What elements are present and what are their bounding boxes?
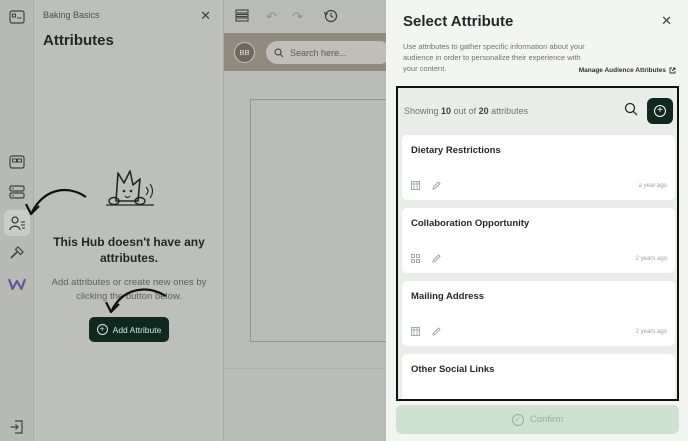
canvas-frame[interactable]: [250, 99, 390, 342]
timestamp: 2 years ago: [635, 256, 667, 262]
showing-count: Showing 10 out of 20 attributes: [404, 106, 529, 116]
attribute-name: Mailing Address: [411, 291, 485, 302]
editor-topbar: BB Search here...: [224, 33, 391, 71]
editor-toolbar: ↶ ↷: [224, 0, 386, 33]
editor-area: ↶ ↷ BB Search here...: [224, 0, 391, 441]
search-icon: [274, 47, 284, 57]
modal-title: Select Attribute: [403, 13, 514, 30]
manage-attributes-label: Manage Audience Attributes: [578, 67, 666, 74]
attribute-name: Other Social Links: [411, 364, 495, 375]
layers-icon[interactable]: [235, 9, 249, 25]
undo-icon[interactable]: ↶: [266, 9, 277, 25]
confirm-label: Confirm: [529, 414, 564, 425]
close-icon[interactable]: ✕: [661, 13, 672, 29]
external-link-icon: [669, 67, 676, 74]
table-icon: [411, 327, 420, 336]
list-item[interactable]: Collaboration Opportunity 2 years ago: [402, 208, 675, 273]
grid-icon: [411, 254, 420, 263]
search-icon[interactable]: [624, 102, 640, 118]
edit-icon[interactable]: [432, 327, 441, 336]
table-icon: [411, 181, 420, 190]
add-attribute-button[interactable]: +: [647, 98, 673, 124]
attribute-list: Showing 10 out of 20 attributes + Dietar…: [396, 86, 679, 401]
timestamp: 2 years ago: [635, 329, 667, 335]
redo-icon[interactable]: ↷: [292, 9, 303, 25]
history-icon[interactable]: [324, 9, 338, 26]
list-item[interactable]: Other Social Links: [402, 354, 675, 399]
list-item[interactable]: Dietary Restrictions a year ago: [402, 135, 675, 200]
avatar[interactable]: BB: [234, 42, 255, 63]
modal-description: Use attributes to gather specific inform…: [403, 42, 585, 73]
edit-icon[interactable]: [432, 254, 441, 263]
check-circle-icon: ✓: [511, 413, 524, 426]
timestamp: a year ago: [638, 183, 667, 189]
confirm-button[interactable]: ✓ Confirm: [396, 405, 679, 434]
edit-icon[interactable]: [432, 181, 441, 190]
manage-attributes-link[interactable]: Manage Audience Attributes: [579, 67, 676, 74]
attribute-name: Dietary Restrictions: [411, 145, 501, 156]
divider: [224, 368, 386, 369]
search-input[interactable]: Search here...: [266, 41, 391, 64]
plus-circle-icon: +: [654, 105, 666, 117]
search-placeholder: Search here...: [290, 47, 347, 58]
attribute-name: Collaboration Opportunity: [411, 218, 530, 229]
list-item[interactable]: Mailing Address 2 years ago: [402, 281, 675, 346]
select-attribute-modal: Select Attribute ✕ Use attributes to gat…: [386, 0, 688, 441]
